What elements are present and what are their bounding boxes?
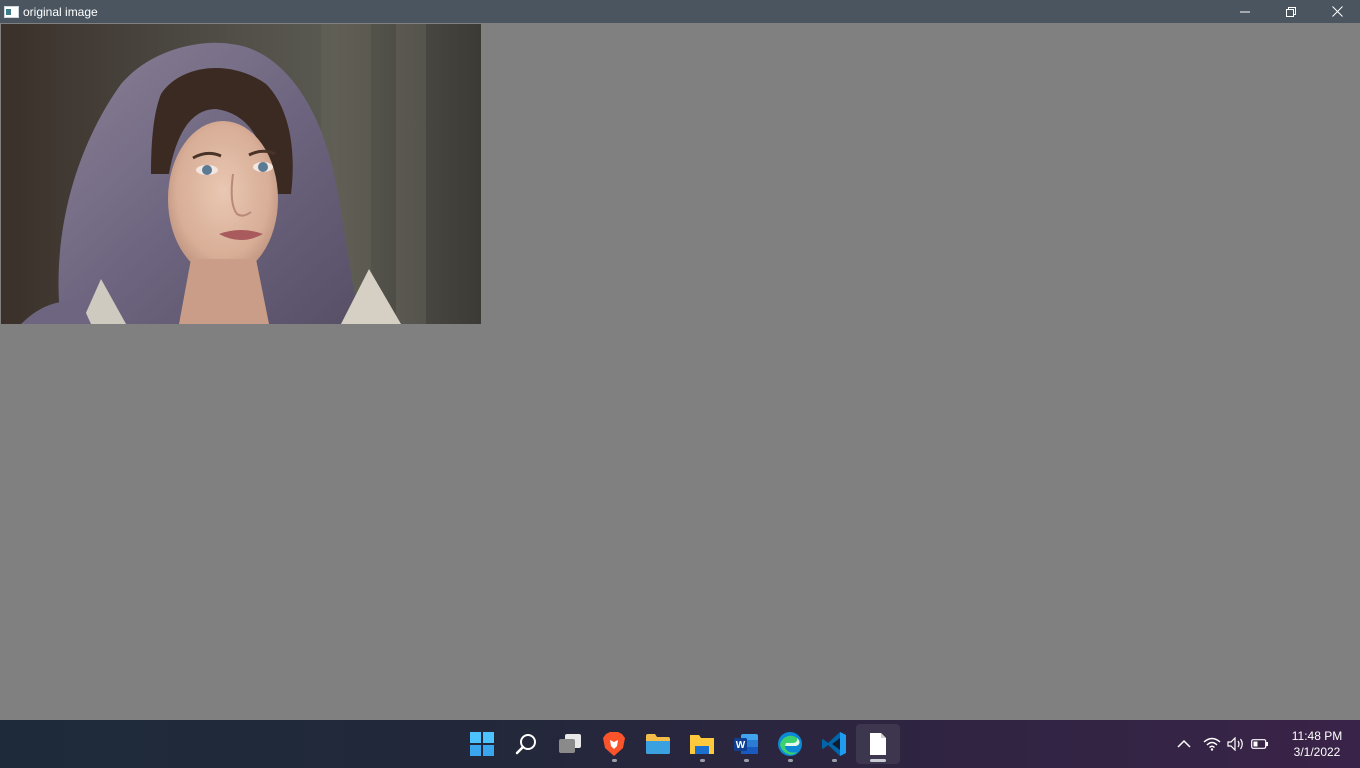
minimize-button[interactable] (1222, 0, 1268, 23)
taskbar-app-brave[interactable] (592, 724, 636, 764)
taskbar-app-word[interactable]: W (724, 724, 768, 764)
edge-browser-icon (778, 732, 802, 756)
svg-text:W: W (736, 740, 746, 751)
taskbar: W 11:48 PM 3/1/2022 (0, 720, 1360, 768)
taskbar-app-edge[interactable] (768, 724, 812, 764)
window-title: original image (23, 4, 98, 19)
chevron-up-icon (1177, 739, 1191, 748)
wifi-icon (1203, 737, 1221, 751)
battery-icon (1251, 739, 1268, 749)
running-indicator (787, 759, 793, 762)
running-indicator (699, 759, 705, 762)
photo-illustration (1, 24, 481, 324)
taskbar-app-file-explorer[interactable] (680, 724, 724, 764)
active-indicator (870, 759, 886, 762)
battery-button[interactable] (1248, 732, 1272, 756)
clock[interactable]: 11:48 PM 3/1/2022 (1278, 728, 1356, 760)
volume-button[interactable] (1224, 732, 1248, 756)
task-view-button[interactable] (548, 724, 592, 764)
maximize-button[interactable] (1268, 0, 1314, 23)
restore-icon (1286, 6, 1296, 17)
displayed-photo (1, 24, 481, 324)
clock-date: 3/1/2022 (1293, 745, 1341, 759)
running-indicator (743, 759, 749, 762)
running-indicator (831, 759, 837, 762)
close-button[interactable] (1314, 0, 1360, 23)
taskbar-app-folder[interactable] (636, 724, 680, 764)
system-tray: 11:48 PM 3/1/2022 (1172, 720, 1360, 768)
close-icon (1331, 6, 1343, 17)
image-canvas (0, 23, 1360, 720)
windows-start-icon (470, 732, 494, 756)
vscode-icon (822, 732, 846, 756)
search-button[interactable] (504, 724, 548, 764)
clock-time: 11:48 PM (1291, 729, 1343, 743)
title-bar[interactable]: original image (0, 0, 1360, 23)
start-button[interactable] (460, 724, 504, 764)
taskbar-apps: W (460, 720, 900, 768)
image-viewer-window: original image (0, 0, 1360, 720)
blank-document-icon (870, 733, 886, 755)
app-window-icon (3, 4, 19, 20)
taskbar-app-document-window[interactable] (856, 724, 900, 764)
taskbar-app-vscode[interactable] (812, 724, 856, 764)
file-explorer-icon (690, 735, 714, 754)
running-indicator (611, 759, 617, 762)
network-button[interactable] (1200, 732, 1224, 756)
volume-icon (1227, 737, 1243, 751)
brave-browser-icon (603, 732, 625, 756)
word-icon: W (734, 734, 758, 754)
folder-icon (646, 734, 670, 754)
caption-buttons (1222, 0, 1360, 23)
show-hidden-icons-button[interactable] (1172, 732, 1196, 756)
minimize-icon (1240, 11, 1250, 12)
search-icon (515, 734, 536, 755)
task-view-icon (559, 734, 581, 753)
